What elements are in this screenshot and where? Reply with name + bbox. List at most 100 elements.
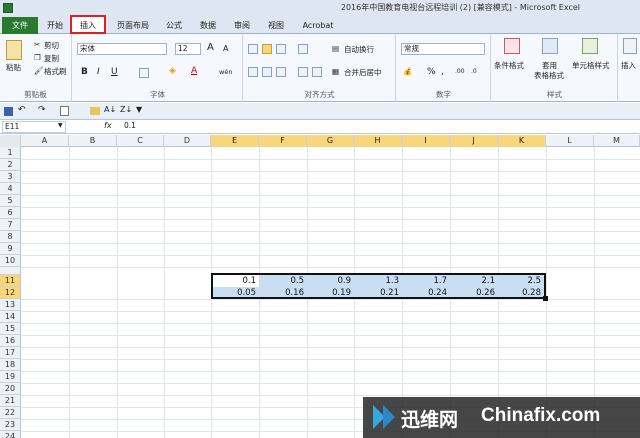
tab-formulas[interactable]: 公式 (160, 18, 188, 34)
insert-cells-button[interactable]: 插入 (621, 60, 636, 71)
select-all-corner[interactable] (0, 135, 21, 147)
conditional-format-icon[interactable] (504, 38, 520, 54)
cell-styles-icon[interactable] (582, 38, 598, 54)
wrap-text-button[interactable]: 自动换行 (344, 44, 374, 55)
cut-button[interactable]: 剪切 (44, 40, 59, 51)
cut-icon[interactable]: ✂ (34, 40, 40, 49)
row-header[interactable]: 10 (0, 255, 21, 267)
row-header[interactable]: 3 (0, 171, 21, 183)
align-right-icon[interactable] (276, 67, 286, 77)
column-header[interactable]: M (594, 135, 640, 147)
borders-icon[interactable] (139, 68, 149, 78)
phonetic-button[interactable]: wén (219, 68, 232, 76)
sort-asc-icon[interactable]: A↓ (104, 105, 116, 114)
column-header[interactable]: D (164, 135, 211, 147)
row-header[interactable]: 17 (0, 347, 21, 359)
row-header[interactable]: 6 (0, 207, 21, 219)
insert-function-button[interactable]: fx (104, 121, 112, 130)
row-header[interactable]: 11 (0, 275, 21, 287)
decrease-indent-icon[interactable] (298, 67, 308, 77)
save-icon[interactable] (4, 107, 13, 116)
name-box-dropdown-icon[interactable]: ▼ (58, 122, 63, 129)
open-icon[interactable] (90, 107, 100, 115)
bold-button[interactable]: B (81, 67, 88, 77)
tab-data[interactable]: 数据 (194, 18, 222, 34)
row-header[interactable]: 1 (0, 147, 21, 159)
column-header[interactable]: G (307, 135, 354, 147)
format-painter-button[interactable]: 格式刷 (44, 66, 67, 77)
font-color-button[interactable]: A (191, 66, 197, 76)
row-header[interactable]: 18 (0, 359, 21, 371)
column-header[interactable]: A (21, 135, 69, 147)
column-header[interactable]: J (450, 135, 498, 147)
paste-icon[interactable] (6, 40, 22, 60)
sort-desc-icon[interactable]: Z↓ (120, 105, 132, 114)
row-header[interactable]: 5 (0, 195, 21, 207)
undo-icon[interactable]: ↶ (18, 105, 26, 115)
fill-color-icon[interactable]: ◈ (169, 66, 176, 76)
row-header[interactable]: 2 (0, 159, 21, 171)
increase-indent-icon[interactable] (312, 67, 322, 77)
shrink-font-button[interactable]: A (223, 44, 228, 53)
tab-home[interactable]: 开始 (42, 18, 68, 34)
insert-cells-icon[interactable] (623, 38, 637, 54)
row-header[interactable]: 24 (0, 431, 21, 438)
align-bottom-icon[interactable] (276, 44, 286, 54)
wrap-text-icon[interactable]: ▤ (332, 44, 339, 53)
format-as-table-line2[interactable]: 表格格式 (534, 70, 564, 81)
column-header[interactable]: H (354, 135, 402, 147)
tab-acrobat[interactable]: Acrobat (298, 18, 338, 34)
align-center-icon[interactable] (262, 67, 272, 77)
row-header[interactable]: 22 (0, 407, 21, 419)
column-header[interactable]: K (498, 135, 546, 147)
align-top-icon[interactable] (248, 44, 258, 54)
name-box[interactable]: E11 (2, 121, 66, 133)
row-header[interactable]: 15 (0, 323, 21, 335)
tab-page-layout[interactable]: 页面布局 (112, 18, 154, 34)
redo-icon[interactable]: ↷ (38, 105, 46, 115)
copy-icon[interactable]: ❐ (34, 53, 41, 62)
column-header[interactable]: I (402, 135, 450, 147)
grow-font-button[interactable]: A (207, 42, 214, 53)
print-preview-icon[interactable] (60, 106, 69, 116)
paste-button[interactable]: 粘贴 (6, 62, 21, 73)
row-header[interactable]: 20 (0, 383, 21, 395)
number-format-select[interactable]: 常规 (401, 43, 485, 55)
copy-button[interactable]: 复制 (44, 53, 59, 64)
row-header[interactable]: 23 (0, 419, 21, 431)
underline-button[interactable]: U (111, 67, 118, 77)
row-header[interactable]: 16 (0, 335, 21, 347)
increase-decimal-icon[interactable]: .00 (455, 68, 465, 75)
font-size-select[interactable]: 12 (175, 43, 201, 55)
currency-icon[interactable]: 💰 (403, 67, 412, 76)
merge-center-icon[interactable]: ▦ (332, 67, 339, 76)
row-header[interactable]: 7 (0, 219, 21, 231)
tab-review[interactable]: 审阅 (228, 18, 256, 34)
row-header[interactable]: 9 (0, 243, 21, 255)
filter-icon[interactable]: ▼ (136, 105, 142, 114)
merge-center-button[interactable]: 合并后居中 (344, 67, 382, 78)
conditional-format-button[interactable]: 条件格式 (494, 60, 524, 71)
row-header[interactable]: 8 (0, 231, 21, 243)
align-middle-icon[interactable] (262, 44, 272, 54)
percent-button[interactable]: % (427, 67, 436, 77)
comma-button[interactable]: , (441, 67, 444, 77)
align-left-icon[interactable] (248, 67, 258, 77)
column-header[interactable]: F (259, 135, 307, 147)
decrease-decimal-icon[interactable]: .0 (471, 68, 477, 75)
row-header[interactable]: 13 (0, 299, 21, 311)
column-header[interactable]: C (117, 135, 164, 147)
font-name-select[interactable]: 宋体 (77, 43, 167, 55)
format-as-table-icon[interactable] (542, 38, 558, 54)
row-header[interactable]: 21 (0, 395, 21, 407)
tab-insert[interactable]: 插入 (72, 18, 104, 34)
cell-styles-button[interactable]: 单元格样式 (572, 60, 610, 71)
format-painter-icon[interactable]: 🖌 (34, 66, 44, 75)
row-header[interactable]: 19 (0, 371, 21, 383)
column-header[interactable]: E (211, 135, 259, 147)
column-header[interactable]: L (546, 135, 594, 147)
italic-button[interactable]: I (97, 67, 100, 77)
row-header[interactable]: 14 (0, 311, 21, 323)
formula-input[interactable]: 0.1 (122, 121, 638, 133)
fill-handle[interactable] (543, 296, 548, 301)
